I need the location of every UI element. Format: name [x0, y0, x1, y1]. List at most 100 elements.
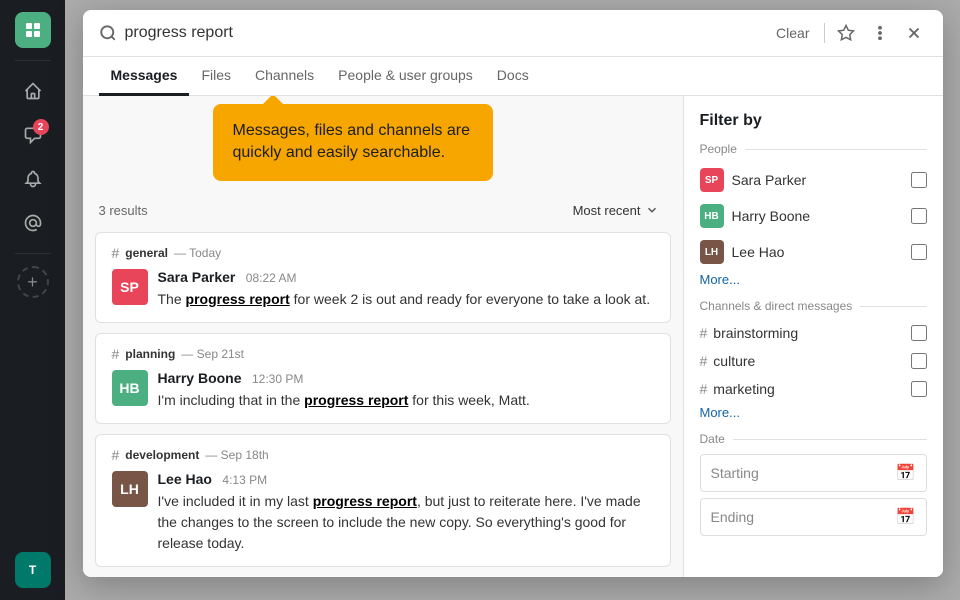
- date-section: Date Starting 📅 Ending 📅: [700, 432, 927, 536]
- message-content: Sara Parker 08:22 AM The progress report…: [158, 269, 654, 310]
- main-content: Clear: [65, 0, 960, 600]
- channel-checkbox-marketing[interactable]: [911, 381, 927, 397]
- results-count: 3 results: [99, 203, 148, 218]
- search-input[interactable]: [125, 24, 763, 42]
- card-header: # planning — Sep 21st: [112, 346, 654, 362]
- more-options-icon[interactable]: [867, 20, 893, 46]
- message-row: SP Sara Parker 08:22 AM The progress rep…: [112, 269, 654, 310]
- filter-person-item[interactable]: HB Harry Boone: [700, 200, 927, 232]
- channel-filter-name: brainstorming: [713, 325, 798, 341]
- hash-icon: #: [112, 245, 120, 261]
- card-date: — Sep 18th: [205, 448, 268, 462]
- results-area: Messages, files and channels are quickly…: [83, 96, 683, 577]
- filter-person-name: Sara Parker: [732, 172, 807, 188]
- calendar-icon-ending: 📅: [896, 507, 916, 527]
- filter-avatar: LH: [700, 240, 724, 264]
- add-workspace-btn[interactable]: +: [17, 266, 49, 298]
- search-bar: Clear: [83, 10, 943, 57]
- channel-name: development: [125, 448, 199, 462]
- close-modal-button[interactable]: [901, 20, 927, 46]
- starting-label: Starting: [711, 465, 759, 481]
- tab-files[interactable]: Files: [189, 57, 243, 96]
- sidebar-divider-1: [15, 60, 51, 61]
- filter-avatar: HB: [700, 204, 724, 228]
- result-card: # general — Today SP Sara Parker 08:22 A…: [95, 232, 671, 323]
- message-text: I'm including that in the progress repor…: [158, 390, 654, 411]
- highlight-text: progress report: [304, 392, 408, 408]
- channel-filter-left: # marketing: [700, 381, 775, 397]
- home-nav-btn[interactable]: [15, 73, 51, 109]
- tab-people[interactable]: People & user groups: [326, 57, 485, 96]
- message-text: The progress report for week 2 is out an…: [158, 289, 654, 310]
- result-card: # planning — Sep 21st HB Harry Boone 12:…: [95, 333, 671, 424]
- channel-name: planning: [125, 347, 175, 361]
- message-time: 08:22 AM: [246, 271, 297, 285]
- star-icon[interactable]: [833, 20, 859, 46]
- workspace-icon[interactable]: [15, 12, 51, 48]
- filter-channel-item[interactable]: # marketing: [700, 377, 927, 401]
- message-time: 4:13 PM: [222, 473, 267, 487]
- filter-person-item[interactable]: LH Lee Hao: [700, 236, 927, 268]
- modal-body: Messages, files and channels are quickly…: [83, 96, 943, 577]
- channel-name: general: [125, 246, 168, 260]
- highlight-text: progress report: [186, 291, 290, 307]
- results-header: 3 results Most recent: [83, 189, 683, 232]
- sort-dropdown[interactable]: Most recent: [565, 199, 667, 222]
- message-row: HB Harry Boone 12:30 PM I'm including th…: [112, 370, 654, 411]
- narrow-sidebar: 2 + T: [0, 0, 65, 600]
- mention-nav-btn[interactable]: [15, 205, 51, 241]
- filter-person-left: HB Harry Boone: [700, 204, 811, 228]
- tab-messages[interactable]: Messages: [99, 57, 190, 96]
- search-modal: Clear: [83, 10, 943, 577]
- tab-docs[interactable]: Docs: [485, 57, 541, 96]
- message-author: Harry Boone: [158, 370, 242, 386]
- filter-person-left: SP Sara Parker: [700, 168, 807, 192]
- result-card: # development — Sep 18th LH Lee Hao 4:13…: [95, 434, 671, 567]
- avatar: LH: [112, 471, 148, 507]
- date-section-title: Date: [700, 432, 927, 446]
- hash-icon: #: [112, 346, 120, 362]
- card-date: — Sep 21st: [181, 347, 244, 361]
- sidebar-divider-2: [15, 253, 51, 254]
- filter-sidebar: Filter by People SP Sara Parker HB: [683, 96, 943, 577]
- filter-person-name: Harry Boone: [732, 208, 811, 224]
- avatar: HB: [112, 370, 148, 406]
- filter-channel-item[interactable]: # brainstorming: [700, 321, 927, 345]
- message-badge: 2: [33, 119, 49, 135]
- channel-hash-icon: #: [700, 325, 708, 341]
- message-author: Sara Parker: [158, 269, 236, 285]
- card-header: # development — Sep 18th: [112, 447, 654, 463]
- channel-filter-left: # culture: [700, 353, 756, 369]
- channel-hash-icon: #: [700, 381, 708, 397]
- person-checkbox-sara[interactable]: [911, 172, 927, 188]
- channel-checkbox-culture[interactable]: [911, 353, 927, 369]
- message-row: LH Lee Hao 4:13 PM I've included it in m…: [112, 471, 654, 554]
- messages-nav-btn[interactable]: 2: [15, 117, 51, 153]
- starting-date-input[interactable]: Starting 📅: [700, 454, 927, 492]
- channel-shortcut-btn[interactable]: T: [15, 552, 51, 588]
- ending-date-input[interactable]: Ending 📅: [700, 498, 927, 536]
- card-header: # general — Today: [112, 245, 654, 261]
- people-more-link[interactable]: More...: [700, 272, 927, 287]
- channel-filter-name: marketing: [713, 381, 774, 397]
- tabs-row: Messages Files Channels People & user gr…: [83, 57, 943, 96]
- calendar-icon-starting: 📅: [896, 463, 916, 483]
- activity-nav-btn[interactable]: [15, 161, 51, 197]
- message-content: Lee Hao 4:13 PM I've included it in my l…: [158, 471, 654, 554]
- search-icon: [99, 24, 117, 42]
- channel-checkbox-brainstorming[interactable]: [911, 325, 927, 341]
- clear-button[interactable]: Clear: [770, 23, 815, 43]
- channel-filter-name: culture: [713, 353, 755, 369]
- channels-more-link[interactable]: More...: [700, 405, 927, 420]
- filter-person-left: LH Lee Hao: [700, 240, 785, 264]
- message-time: 12:30 PM: [252, 372, 303, 386]
- channel-filter-left: # brainstorming: [700, 325, 799, 341]
- tab-channels[interactable]: Channels: [243, 57, 326, 96]
- message-content: Harry Boone 12:30 PM I'm including that …: [158, 370, 654, 411]
- filter-channel-item[interactable]: # culture: [700, 349, 927, 373]
- message-text: I've included it in my last progress rep…: [158, 491, 654, 554]
- person-checkbox-lee[interactable]: [911, 244, 927, 260]
- filter-person-item[interactable]: SP Sara Parker: [700, 164, 927, 196]
- filter-avatar: SP: [700, 168, 724, 192]
- person-checkbox-harry[interactable]: [911, 208, 927, 224]
